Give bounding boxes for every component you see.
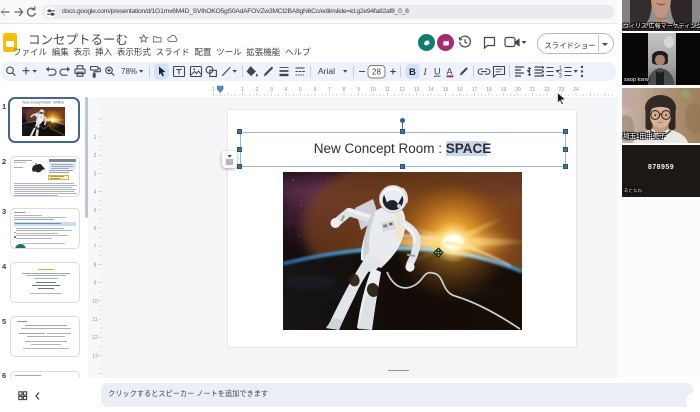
svg-text:I: I <box>423 68 428 78</box>
svg-text:16: 16 <box>457 87 463 93</box>
svg-text:19: 19 <box>501 87 507 93</box>
svg-text:3: 3 <box>270 87 273 93</box>
svg-text:6: 6 <box>314 87 317 93</box>
svg-text:3: 3 <box>559 73 562 79</box>
svg-text:1: 1 <box>241 87 244 93</box>
svg-text:8: 8 <box>94 262 97 268</box>
svg-text:12: 12 <box>399 87 405 93</box>
svg-text:9: 9 <box>357 87 360 93</box>
svg-text:U: U <box>434 67 441 77</box>
svg-text:14: 14 <box>428 87 434 93</box>
svg-text:A: A <box>447 67 453 77</box>
svg-text:6: 6 <box>94 226 97 232</box>
svg-text:5: 5 <box>94 208 97 214</box>
svg-text:21: 21 <box>530 87 536 93</box>
svg-text:10: 10 <box>92 299 98 305</box>
svg-text:18: 18 <box>486 87 492 93</box>
svg-text:1: 1 <box>94 135 97 141</box>
svg-text:4: 4 <box>285 87 288 93</box>
svg-text:12: 12 <box>92 335 98 341</box>
svg-text:7: 7 <box>94 244 97 250</box>
svg-text:7: 7 <box>328 87 331 93</box>
svg-text:4: 4 <box>94 190 97 196</box>
svg-text:15: 15 <box>443 87 449 93</box>
svg-text:17: 17 <box>472 87 478 93</box>
svg-text:22: 22 <box>544 87 550 93</box>
svg-text:11: 11 <box>92 317 97 323</box>
svg-text:9: 9 <box>94 281 97 287</box>
svg-text:1: 1 <box>212 87 215 93</box>
svg-text:10: 10 <box>370 87 376 93</box>
svg-text:8: 8 <box>343 87 346 93</box>
svg-text:Arial: Arial <box>318 66 335 76</box>
svg-text:13: 13 <box>92 353 98 359</box>
svg-text:5: 5 <box>299 87 302 93</box>
svg-text:2: 2 <box>94 153 97 159</box>
svg-text:28: 28 <box>372 67 381 76</box>
svg-text:13: 13 <box>414 87 420 93</box>
svg-text:20: 20 <box>515 87 521 93</box>
svg-text:3: 3 <box>94 171 97 177</box>
svg-text:11: 11 <box>385 87 390 93</box>
svg-text:B: B <box>409 67 416 78</box>
svg-text:78%: 78% <box>121 67 137 76</box>
svg-text:24: 24 <box>573 87 579 93</box>
svg-text:2: 2 <box>256 87 259 93</box>
